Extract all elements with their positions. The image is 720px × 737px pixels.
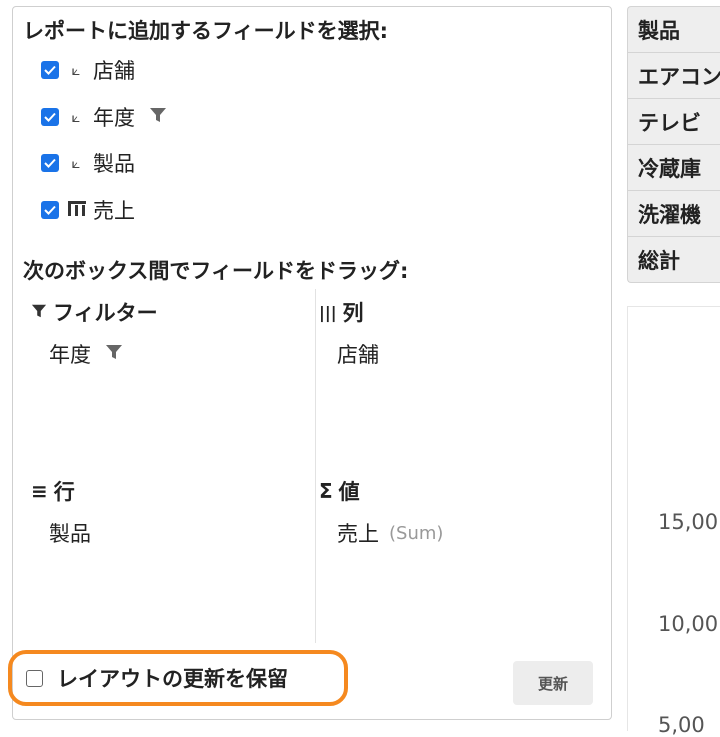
filter-icon — [31, 300, 47, 324]
field-list-title: レポートに追加するフィールドを選択: — [23, 19, 388, 43]
columns-zone-header: ||| 列 — [319, 297, 364, 327]
field-item-sales[interactable]: 売上 — [41, 197, 135, 223]
pivot-chart: 15,00 10,00 5,00 — [627, 306, 720, 737]
y-tick-label: 10,00 — [658, 612, 719, 636]
sigma-icon: Σ — [319, 479, 333, 503]
field-label: 年度 — [93, 106, 135, 130]
checkbox-checked-icon[interactable] — [41, 108, 59, 126]
measure-icon — [67, 199, 86, 221]
zone-divider — [315, 289, 316, 643]
filter-icon[interactable] — [105, 342, 123, 366]
dimension-icon: ⟀ — [71, 154, 81, 172]
rows-icon: ≡ — [31, 479, 48, 503]
zone-item-label: 製品 — [49, 522, 91, 546]
rows-zone-item[interactable]: 製品 — [49, 518, 91, 548]
field-item-store[interactable]: ⟀ 店舗 — [41, 57, 135, 83]
checkbox-checked-icon[interactable] — [41, 201, 59, 219]
columns-zone-item[interactable]: 店舗 — [337, 339, 379, 369]
dimension-icon: ⟀ — [71, 108, 81, 126]
zone-item-label: 年度 — [49, 343, 91, 367]
checkbox-checked-icon[interactable] — [41, 61, 59, 79]
pivot-field-list-panel: レポートに追加するフィールドを選択: ⟀ 店舗 ⟀ 年度 ⟀ 製品 売上 次のボ… — [12, 6, 612, 720]
values-zone-item[interactable]: 売上 (Sum) — [337, 518, 443, 548]
filters-zone-title: フィルター — [53, 301, 158, 325]
dimension-icon: ⟀ — [71, 61, 81, 79]
pivot-table: 製品 エアコン テレビ 冷蔵庫 洗濯機 総計 — [627, 6, 720, 294]
filter-icon[interactable] — [149, 106, 167, 128]
pivot-header-cell[interactable]: 製品 — [627, 6, 720, 53]
rows-zone-header: ≡ 行 — [31, 476, 75, 506]
columns-zone-title: 列 — [342, 301, 364, 325]
zone-item-label: 店舗 — [337, 343, 379, 367]
values-zone-title: 値 — [338, 480, 360, 504]
field-item-year[interactable]: ⟀ 年度 — [41, 104, 167, 130]
update-button[interactable]: 更新 — [513, 661, 593, 705]
zone-item-label: 売上 — [337, 522, 379, 546]
pivot-row-header: 洗濯機 — [627, 190, 720, 237]
checkbox-checked-icon[interactable] — [41, 154, 59, 172]
drag-area-title: 次のボックス間でフィールドをドラッグ: — [23, 259, 409, 283]
filters-zone-item[interactable]: 年度 — [49, 339, 123, 369]
defer-layout-label: レイアウトの更新を保留 — [57, 667, 288, 691]
field-label: 製品 — [93, 152, 135, 176]
field-item-product[interactable]: ⟀ 製品 — [41, 150, 135, 176]
pivot-row-header: 冷蔵庫 — [627, 144, 720, 191]
pivot-row-header: 総計 — [627, 236, 720, 283]
columns-icon: ||| — [319, 302, 337, 322]
values-zone-header: Σ 値 — [319, 476, 360, 506]
y-tick-label: 5,00 — [658, 713, 705, 737]
filters-zone-header: フィルター — [31, 297, 158, 327]
pivot-row-header: テレビ — [627, 98, 720, 145]
defer-layout-option[interactable]: レイアウトの更新を保留 — [8, 650, 348, 706]
y-tick-label: 15,00 — [658, 510, 719, 534]
pivot-row-header: エアコン — [627, 52, 720, 99]
field-label: 売上 — [93, 199, 135, 223]
field-label: 店舗 — [93, 59, 135, 83]
checkbox-unchecked-icon[interactable] — [26, 669, 43, 687]
rows-zone-title: 行 — [53, 480, 75, 504]
aggregate-label: (Sum) — [389, 522, 444, 544]
